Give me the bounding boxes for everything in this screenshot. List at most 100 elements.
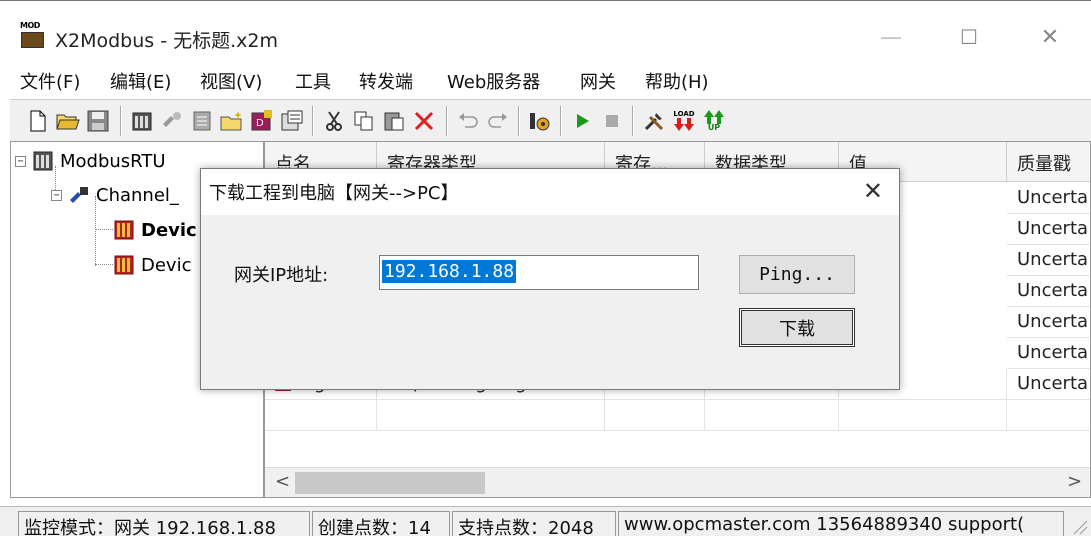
redo-button[interactable] bbox=[484, 107, 512, 135]
close-icon: ✕ bbox=[862, 177, 883, 205]
new-tag-button[interactable] bbox=[188, 107, 216, 135]
paste-icon bbox=[384, 112, 404, 131]
collapse-icon[interactable]: − bbox=[51, 189, 62, 201]
horizontal-scrollbar[interactable]: < > bbox=[265, 467, 1090, 497]
up-icon: UP bbox=[707, 123, 721, 132]
ip-address-value: 192.168.1.88 bbox=[382, 260, 517, 283]
tree-node-channel[interactable]: − Channel_ bbox=[51, 184, 179, 206]
new-file-button[interactable] bbox=[24, 107, 52, 135]
scroll-left-icon[interactable]: < bbox=[275, 471, 290, 492]
menu-help[interactable]: 帮助(H) bbox=[645, 68, 709, 94]
dialog-title: 下载工程到电脑【网关-->PC】 bbox=[209, 183, 459, 204]
close-window-button[interactable]: ✕ bbox=[1027, 19, 1073, 55]
menu-bar: 文件(F) 编辑(E) 视图(V) 工具 转发端 Web服务器 网关 帮助(H) bbox=[0, 62, 1091, 96]
device-icon bbox=[113, 254, 135, 276]
save-icon bbox=[87, 110, 109, 132]
new-tag-icon bbox=[193, 111, 211, 131]
tree-node-device-selected[interactable]: Devic bbox=[113, 219, 197, 241]
new-channel-icon bbox=[132, 112, 152, 131]
ip-address-input[interactable]: 192.168.1.88 bbox=[379, 255, 699, 290]
column-header-quality[interactable]: 质量戳 bbox=[1007, 142, 1090, 182]
monitor-icon bbox=[530, 113, 550, 131]
undo-icon bbox=[459, 113, 478, 128]
device-icon bbox=[113, 219, 135, 241]
properties-icon bbox=[281, 110, 303, 131]
new-folder-icon bbox=[220, 111, 242, 131]
tree-label-device: Devic bbox=[141, 219, 197, 241]
collapse-icon[interactable]: − bbox=[15, 155, 26, 167]
protocol-icon bbox=[32, 150, 54, 172]
resize-grip-icon[interactable] bbox=[1070, 517, 1088, 535]
scroll-right-icon[interactable]: > bbox=[1067, 471, 1082, 492]
status-created-count: 创建点数：14 bbox=[312, 511, 450, 536]
undo-button[interactable] bbox=[454, 107, 482, 135]
new-device-button[interactable] bbox=[158, 107, 186, 135]
ping-button[interactable]: Ping... bbox=[739, 255, 855, 294]
close-icon: ✕ bbox=[1040, 24, 1060, 50]
menu-file[interactable]: 文件(F) bbox=[20, 68, 80, 94]
toolbar: D LOAD UP bbox=[10, 99, 1091, 141]
load-icon: LOAD bbox=[673, 110, 695, 118]
maximize-button[interactable]: ☐ bbox=[946, 19, 992, 55]
stop-button[interactable] bbox=[598, 107, 626, 135]
tree-node-device[interactable]: Devic bbox=[113, 254, 191, 276]
quality-cell: Uncerta bbox=[1007, 307, 1090, 338]
status-supported-count: 支持点数：2048 bbox=[452, 511, 616, 536]
maximize-icon: ☐ bbox=[960, 25, 978, 49]
menu-gateway[interactable]: 网关 bbox=[580, 68, 616, 94]
up-button[interactable]: UP bbox=[700, 107, 728, 135]
paste-button[interactable] bbox=[380, 107, 408, 135]
redo-icon bbox=[488, 113, 507, 128]
tree-label-device: Devic bbox=[141, 254, 192, 276]
minimize-button[interactable]: — bbox=[868, 19, 914, 55]
tools-button[interactable] bbox=[640, 107, 668, 135]
menu-edit[interactable]: 编辑(E) bbox=[110, 68, 171, 94]
menu-web-server[interactable]: Web服务器 bbox=[447, 68, 540, 94]
load-button[interactable]: LOAD bbox=[670, 107, 698, 135]
stop-icon bbox=[606, 115, 618, 127]
new-file-icon bbox=[30, 110, 46, 132]
tools-icon bbox=[644, 113, 664, 131]
monitor-button[interactable] bbox=[526, 107, 554, 135]
scrollbar-thumb[interactable] bbox=[295, 472, 485, 494]
open-folder-icon bbox=[56, 114, 80, 130]
title-bar: MOD X2Modbus - 无标题.x2m — ☐ ✕ bbox=[0, 0, 1091, 62]
cut-icon bbox=[326, 111, 342, 131]
new-channel-button[interactable] bbox=[128, 107, 156, 135]
properties-button[interactable] bbox=[278, 107, 306, 135]
status-contact: www.opcmaster.com 13564889340 support( bbox=[618, 511, 1064, 536]
menu-forwarder[interactable]: 转发端 bbox=[359, 68, 413, 94]
delete-icon bbox=[414, 111, 434, 131]
svg-text:D: D bbox=[256, 118, 264, 129]
quality-cell: Uncerta bbox=[1007, 369, 1090, 400]
tree-node-modbusrtu[interactable]: − ModbusRTU bbox=[15, 150, 166, 172]
save-button[interactable] bbox=[84, 107, 112, 135]
status-mode: 监控模式：网关 192.168.1.88 bbox=[18, 511, 310, 536]
copy-button[interactable] bbox=[350, 107, 378, 135]
quality-cell: Uncerta bbox=[1007, 214, 1090, 245]
download-dialog: 下载工程到电脑【网关-->PC】 ✕ 网关IP地址: 192.168.1.88 … bbox=[200, 168, 900, 390]
minimize-icon: — bbox=[880, 24, 902, 50]
menu-view[interactable]: 视图(V) bbox=[200, 68, 262, 94]
dialog-title-bar: 下载工程到电脑【网关-->PC】 ✕ bbox=[201, 169, 899, 215]
quality-cell: Uncerta bbox=[1007, 245, 1090, 276]
run-button[interactable] bbox=[568, 107, 596, 135]
dialog-close-button[interactable]: ✕ bbox=[863, 177, 883, 205]
run-icon bbox=[577, 114, 589, 128]
delete-button[interactable] bbox=[410, 107, 438, 135]
menu-tools[interactable]: 工具 bbox=[295, 68, 331, 94]
copy-icon bbox=[354, 111, 373, 131]
tree-label-channel: Channel_ bbox=[96, 184, 179, 206]
app-logo-icon: MOD bbox=[20, 21, 45, 48]
quality-cell: Uncerta bbox=[1007, 183, 1090, 214]
window-title: X2Modbus - 无标题.x2m bbox=[55, 30, 278, 52]
status-bar: 监控模式：网关 192.168.1.88 创建点数：14 支持点数：2048 w… bbox=[0, 506, 1091, 536]
tree-label-root: ModbusRTU bbox=[60, 150, 166, 172]
download-button[interactable]: 下载 bbox=[739, 308, 855, 347]
database-icon: D bbox=[251, 110, 272, 131]
cut-button[interactable] bbox=[320, 107, 348, 135]
quality-cell: Uncerta bbox=[1007, 338, 1090, 369]
new-folder-button[interactable] bbox=[218, 107, 246, 135]
database-button[interactable]: D bbox=[248, 107, 276, 135]
open-button[interactable] bbox=[54, 107, 82, 135]
